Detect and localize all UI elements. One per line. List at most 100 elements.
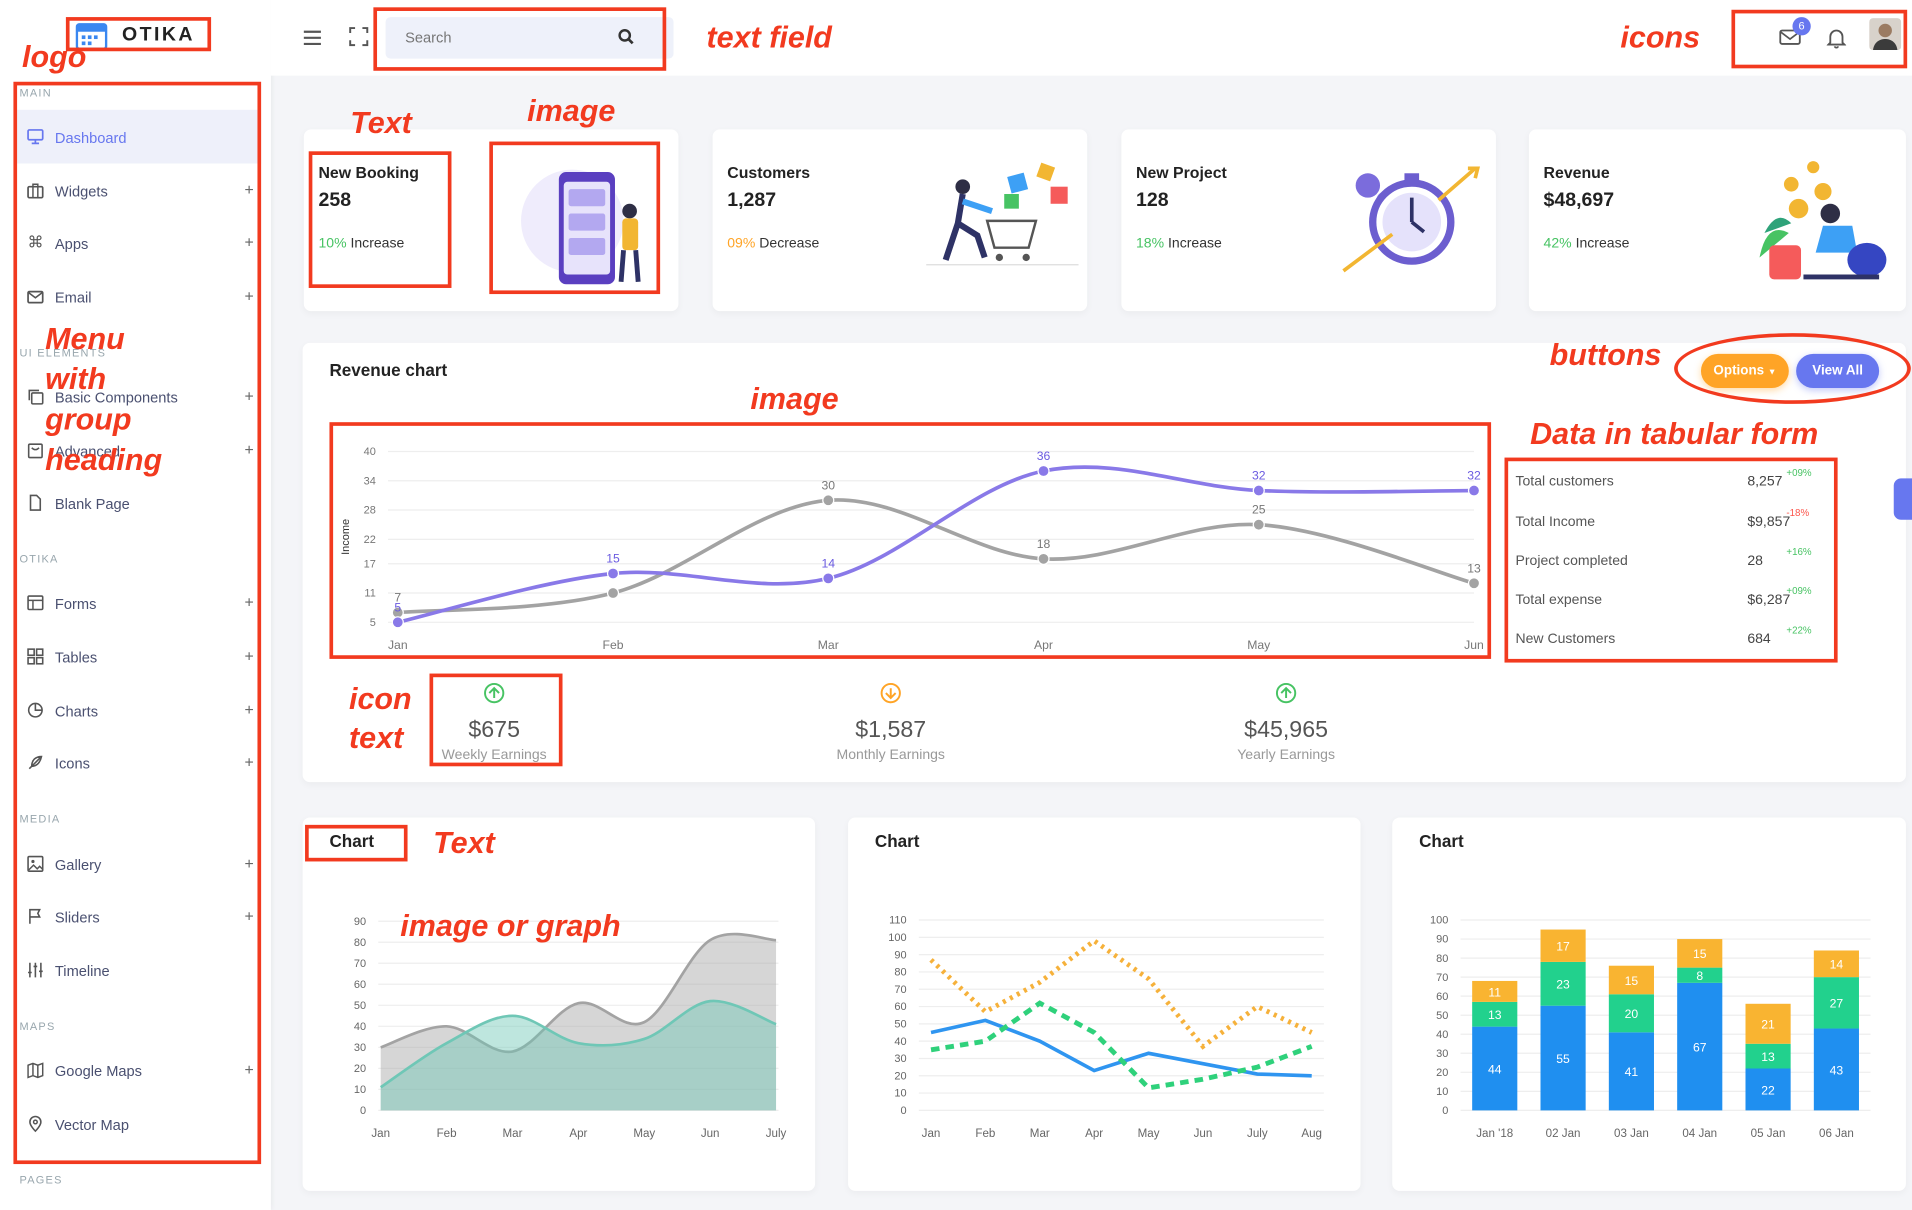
x-tick-label: Apr xyxy=(569,1128,587,1140)
fullscreen-icon[interactable] xyxy=(349,27,369,53)
kpi-change: 18% Increase xyxy=(1136,237,1222,252)
x-tick-label: Mar xyxy=(503,1128,523,1140)
annotation-box-logo xyxy=(65,17,212,52)
annotation-ellipse-buttons xyxy=(1674,333,1911,404)
revenue-chart-title: Revenue chart xyxy=(329,359,448,380)
y-tick-label: 10 xyxy=(354,1084,366,1096)
kpi-value: 128 xyxy=(1136,190,1169,212)
x-tick-label: May xyxy=(633,1128,655,1140)
y-tick-label: 40 xyxy=(1436,1029,1448,1041)
kpi-change-pct: 18% xyxy=(1136,236,1165,252)
shopping-cart-illustration xyxy=(926,160,1079,276)
x-tick-label: 05 Jan xyxy=(1751,1128,1786,1140)
multi-line-chart: 0 10 20 30 40 50 60 70 80 90 100 110 Jan Feb Mar Apr May… xyxy=(888,915,1324,1140)
earning-label: Yearly Earnings xyxy=(1237,747,1335,763)
y-tick-label: 30 xyxy=(1436,1048,1448,1060)
annotation-box-kpi-text xyxy=(308,151,452,288)
bar-label: 15 xyxy=(1693,947,1707,961)
annotation-box-menu xyxy=(13,81,262,1165)
y-tick-label: 90 xyxy=(354,916,366,928)
x-tick-label: May xyxy=(1138,1128,1160,1140)
earning-label: Monthly Earnings xyxy=(836,747,945,763)
x-tick-label: 04 Jan xyxy=(1682,1128,1717,1140)
bar-label: 13 xyxy=(1488,1008,1502,1022)
earning-item: $1,587 Monthly Earnings xyxy=(793,682,988,763)
bar-label: 17 xyxy=(1556,940,1570,954)
annotation-box-icons xyxy=(1731,9,1908,69)
kpi-change-label: Decrease xyxy=(759,236,820,252)
bar-label: 27 xyxy=(1830,997,1844,1011)
y-tick-label: 10 xyxy=(1436,1086,1448,1098)
annotation-label-menu-4: heading xyxy=(45,442,163,478)
x-tick-label: 03 Jan xyxy=(1614,1128,1649,1140)
kpi-change-label: Increase xyxy=(1168,236,1222,252)
annotation-box-revenue-chart xyxy=(329,422,1492,659)
bar-label: 41 xyxy=(1625,1065,1639,1079)
settings-side-tab[interactable] xyxy=(1893,478,1912,520)
kpi-value: 1,287 xyxy=(727,190,777,212)
y-tick-label: 20 xyxy=(1436,1067,1448,1079)
kpi-title: New Project xyxy=(1136,163,1227,182)
y-tick-label: 30 xyxy=(894,1053,906,1065)
y-tick-label: 70 xyxy=(354,958,366,970)
y-tick-label: 50 xyxy=(354,1000,366,1012)
x-tick-label: Jun xyxy=(1194,1128,1213,1140)
annotation-label-icon: icon xyxy=(348,682,412,717)
kpi-card-new-project: New Project 128 18% Increase xyxy=(1121,129,1496,312)
annotation-label-image-or-graph: image or graph xyxy=(400,909,621,944)
bar-label: 14 xyxy=(1830,958,1844,972)
x-tick-label: Aug xyxy=(1301,1128,1322,1140)
annotation-label-menu-2: with xyxy=(45,362,107,397)
annotation-box-chart-title xyxy=(305,824,408,862)
x-tick-label: Jan xyxy=(922,1128,941,1140)
hamburger-menu-icon[interactable] xyxy=(303,29,323,52)
y-tick-label: 50 xyxy=(894,1019,906,1031)
y-tick-label: 70 xyxy=(1436,972,1448,984)
y-tick-label: 80 xyxy=(354,937,366,949)
y-tick-label: 40 xyxy=(354,1021,366,1033)
y-tick-label: 80 xyxy=(894,967,906,979)
x-tick-label: Mar xyxy=(1030,1128,1050,1140)
y-tick-label: 40 xyxy=(894,1036,906,1048)
kpi-change: 09% Decrease xyxy=(727,237,819,252)
annotation-label-buttons: buttons xyxy=(1549,337,1662,373)
annotation-label-icons: icons xyxy=(1620,20,1701,55)
revenue-coins-illustration xyxy=(1755,160,1889,288)
y-tick-label: 0 xyxy=(1442,1105,1448,1117)
annotation-box-stats-table xyxy=(1504,457,1838,663)
bar-label: 20 xyxy=(1625,1007,1639,1021)
y-tick-label: 70 xyxy=(894,984,906,996)
annotation-box-search xyxy=(373,7,667,71)
x-tick-label: Apr xyxy=(1085,1128,1103,1140)
y-tick-label: 20 xyxy=(354,1063,366,1075)
bar-label: 55 xyxy=(1556,1052,1570,1066)
bar-label: 67 xyxy=(1693,1040,1707,1054)
y-tick-label: 90 xyxy=(1436,934,1448,946)
x-tick-label: Feb xyxy=(975,1128,995,1140)
annotation-label-image: image xyxy=(527,93,616,129)
kpi-card-customers: Customers 1,287 09% Decrease xyxy=(712,129,1088,312)
annotation-label-menu-1: Menu xyxy=(45,322,125,357)
stacked-bar-chart: 0 10 20 30 40 50 60 70 80 90 100 44 13 11 Jan '18 55 23 1… xyxy=(1430,915,1871,1140)
annotation-label-text-2: text xyxy=(348,721,404,756)
bar-label: 15 xyxy=(1625,974,1639,988)
bar-label: 8 xyxy=(1696,969,1703,983)
x-tick-label: Jan xyxy=(371,1128,390,1140)
y-tick-label: 0 xyxy=(900,1105,906,1117)
kpi-title: Customers xyxy=(727,163,811,182)
annotation-label-menu-3: group xyxy=(45,402,132,437)
y-tick-label: 10 xyxy=(894,1088,906,1100)
annotation-label-text-field: text field xyxy=(706,20,832,55)
chart-title: Chart xyxy=(874,830,920,851)
x-tick-label: Jun xyxy=(701,1128,720,1140)
annotation-label-tabular: Data in tabular form xyxy=(1530,417,1819,452)
annotation-box-earnings xyxy=(429,673,563,767)
y-tick-label: 110 xyxy=(889,915,907,927)
bar-label: 22 xyxy=(1761,1083,1775,1097)
y-tick-label: 60 xyxy=(1436,991,1448,1003)
y-tick-label: 100 xyxy=(888,932,906,944)
annotation-label-logo: logo xyxy=(21,40,87,75)
kpi-value: $48,697 xyxy=(1543,190,1615,212)
x-tick-label: 06 Jan xyxy=(1819,1128,1854,1140)
annotation-box-kpi-image xyxy=(489,141,661,295)
